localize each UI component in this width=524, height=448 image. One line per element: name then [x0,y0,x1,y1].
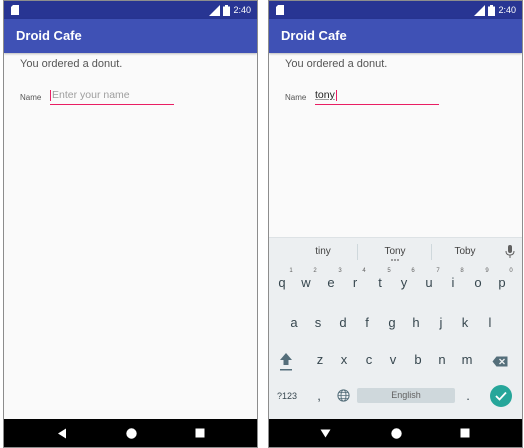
key-a[interactable]: a [284,315,304,330]
back-icon[interactable] [54,425,70,441]
app-bar: Droid Cafe [4,19,257,53]
name-input-value: tony [315,89,335,101]
key-c[interactable]: c [359,352,379,367]
enter-key[interactable] [490,385,512,407]
signal-icon [209,4,221,16]
key-e[interactable]: e [321,275,341,290]
suggestion-3[interactable]: Toby [433,238,497,266]
suggestion-1[interactable]: tiny [291,238,355,266]
key-hint: 7 [436,268,440,274]
key-b[interactable]: b [408,352,428,367]
key-hint: 3 [338,268,342,274]
key-m[interactable]: m [457,352,477,367]
status-bar: 2:40 [269,1,522,19]
phone-screen-after: 2:40 Droid Cafe You ordered a donut. Nam… [268,0,523,448]
check-icon [495,391,507,401]
key-t[interactable]: t [370,275,390,290]
key-n[interactable]: n [432,352,452,367]
text-cursor [50,89,51,101]
key-x[interactable]: x [334,352,354,367]
status-time: 2:40 [233,4,251,15]
key-z[interactable]: z [310,352,330,367]
key-g[interactable]: g [382,315,402,330]
key-v[interactable]: v [383,352,403,367]
suggestion-divider [357,244,358,260]
battery-icon [488,4,496,16]
shift-icon[interactable] [279,352,293,372]
backspace-icon[interactable] [492,354,508,367]
recents-icon[interactable] [457,425,473,441]
text-cursor [335,89,337,101]
key-period[interactable]: . [458,388,478,403]
name-input[interactable]: tony [315,87,439,105]
microphone-icon[interactable] [505,245,515,258]
key-h[interactable]: h [406,315,426,330]
key-l[interactable]: l [480,315,500,330]
key-q[interactable]: q [272,275,292,290]
name-input-placeholder: Enter your name [52,89,130,101]
key-y[interactable]: y [394,275,414,290]
key-f[interactable]: f [357,315,377,330]
key-s[interactable]: s [308,315,328,330]
navigation-bar [4,419,257,447]
space-key[interactable]: English [357,388,455,403]
suggestion-divider [431,244,432,260]
soft-keyboard: tiny Tony Toby 1 q 2 w 3 e 4 r 5 t 6 y 7… [269,237,522,422]
key-hint: 6 [411,268,415,274]
key-hint: 8 [460,268,464,274]
key-i[interactable]: i [443,275,463,290]
app-bar: Droid Cafe [269,19,522,53]
key-w[interactable]: w [296,275,316,290]
phone-screen-before: 2:40 Droid Cafe You ordered a donut. Nam… [3,0,258,448]
key-p[interactable]: p [492,275,512,290]
key-hint: 1 [289,268,293,274]
app-title: Droid Cafe [281,28,347,43]
order-message: You ordered a donut. [285,58,388,70]
app-title: Droid Cafe [16,28,82,43]
more-suggestions-icon [391,259,399,261]
globe-icon[interactable] [337,389,350,402]
back-down-icon[interactable] [317,425,333,441]
key-hint: 2 [313,268,317,274]
sd-card-icon [276,5,284,15]
symbols-key[interactable]: ?123 [277,391,297,401]
recents-icon[interactable] [192,425,208,441]
key-r[interactable]: r [345,275,365,290]
home-icon[interactable] [123,425,139,441]
name-label: Name [20,93,42,102]
sd-card-icon [11,5,19,15]
status-time: 2:40 [498,4,516,15]
suggestion-2[interactable]: Tony [363,238,427,266]
suggestion-strip: tiny Tony Toby [269,238,522,266]
status-bar: 2:40 [4,1,257,19]
key-d[interactable]: d [333,315,353,330]
key-j[interactable]: j [431,315,451,330]
key-k[interactable]: k [455,315,475,330]
name-label: Name [285,93,307,102]
key-hint: 4 [362,268,366,274]
signal-icon [474,4,486,16]
order-message: You ordered a donut. [20,58,123,70]
key-u[interactable]: u [419,275,439,290]
key-comma[interactable]: , [309,388,329,403]
home-icon[interactable] [388,425,404,441]
name-input[interactable]: Enter your name [50,87,174,105]
key-o[interactable]: o [468,275,488,290]
key-hint: 9 [485,268,489,274]
battery-icon [223,4,231,16]
navigation-bar [269,419,522,447]
key-hint: 0 [509,268,513,274]
key-hint: 5 [387,268,391,274]
